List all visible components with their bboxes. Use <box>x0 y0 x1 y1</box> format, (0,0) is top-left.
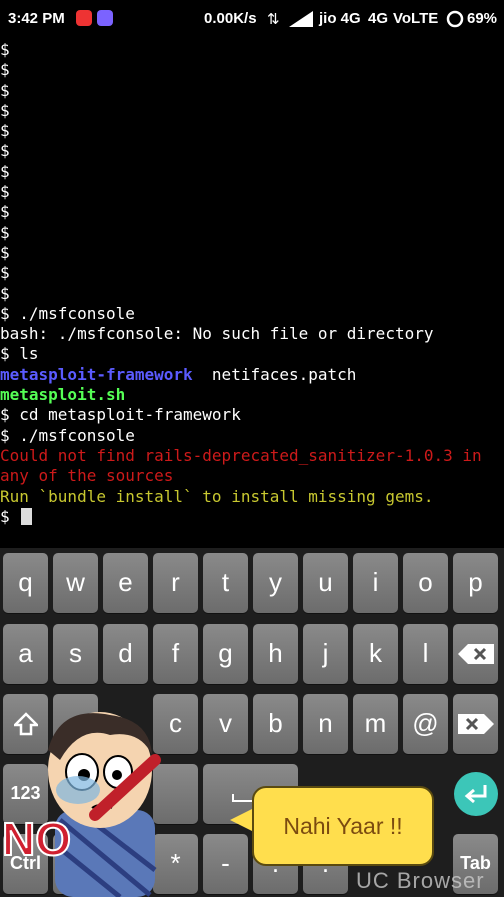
signal-icon <box>289 11 313 27</box>
key-p[interactable]: p <box>453 553 498 613</box>
key-i[interactable]: i <box>353 553 398 613</box>
key-l[interactable]: l <box>403 624 448 684</box>
delete-key[interactable] <box>453 694 498 754</box>
volte-label: VoLTE <box>393 10 439 27</box>
prompt-line: $ <box>0 202 10 222</box>
speech-bubble: Nahi Yaar !! <box>252 786 434 866</box>
error-line: any of the sources <box>0 466 174 486</box>
text-cursor <box>21 507 33 525</box>
error-line: Could not find rails-deprecated_sanitize… <box>0 445 482 465</box>
network-speed: 0.00K/s <box>204 10 257 27</box>
data-transfer-icon: ⇅ <box>267 11 280 28</box>
error-line: bash: ./msfconsole: No such file or dire… <box>0 324 434 344</box>
enter-icon <box>454 772 498 816</box>
key-t[interactable]: t <box>203 553 248 613</box>
app-notification-icon <box>97 10 113 26</box>
prompt-line: $ <box>0 222 10 242</box>
delete-icon <box>457 714 494 734</box>
speech-bubble-tail <box>230 808 254 832</box>
terminal-output[interactable]: $ $ $ $ $ $ $ $ $ $ $ $ $ $ ./msfconsole… <box>0 40 504 532</box>
key-j[interactable]: j <box>303 624 348 684</box>
network-type: 4G <box>368 10 389 27</box>
key-k[interactable]: k <box>353 624 398 684</box>
carrier-label: jio 4G <box>319 10 361 27</box>
prompt-line: $ <box>0 80 10 100</box>
key-a[interactable]: a <box>3 624 48 684</box>
prompt-symbol: $ <box>0 506 20 526</box>
battery-percent: 69% <box>467 10 498 27</box>
prompt-line: $ <box>0 182 10 202</box>
no-sticker-text: NO <box>2 813 71 865</box>
key-s[interactable]: s <box>53 624 98 684</box>
key-o[interactable]: o <box>403 553 448 613</box>
key-minus[interactable]: - <box>203 834 248 894</box>
key-f[interactable]: f <box>153 624 198 684</box>
command-line: $ ./msfconsole <box>0 303 135 323</box>
backspace-key[interactable] <box>453 624 498 684</box>
status-time: 3:42 PM <box>8 10 65 27</box>
prompt-line: $ <box>0 161 10 181</box>
key-y[interactable]: y <box>253 553 298 613</box>
prompt-line: $ <box>0 263 10 283</box>
key-d[interactable]: d <box>103 624 148 684</box>
key-r[interactable]: r <box>153 553 198 613</box>
enter-key[interactable] <box>453 764 498 824</box>
key-h[interactable]: h <box>253 624 298 684</box>
uc-browser-watermark: UC Browser <box>356 868 485 893</box>
prompt-line: $ <box>0 283 10 303</box>
no-sticker-character[interactable]: NO <box>0 700 200 897</box>
key-q[interactable]: q <box>3 553 48 613</box>
command-line: $ cd metasploit-framework <box>0 405 241 425</box>
warning-line: Run `bundle install` to install missing … <box>0 486 434 506</box>
status-bar: 3:42 PM 0.00K/s ⇅ jio 4G 4G VoLTE 69% <box>0 0 504 38</box>
key-v[interactable]: v <box>203 694 248 754</box>
key-b[interactable]: b <box>253 694 298 754</box>
key-at[interactable]: @ <box>403 694 448 754</box>
prompt-line: $ <box>0 60 10 80</box>
executable-entry: metasploit.sh <box>0 385 126 405</box>
key-g[interactable]: g <box>203 624 248 684</box>
backspace-icon <box>457 644 494 664</box>
key-u[interactable]: u <box>303 553 348 613</box>
prompt-line: $ <box>0 40 10 59</box>
prompt-line: $ <box>0 121 10 141</box>
key-n[interactable]: n <box>303 694 348 754</box>
prompt-line: $ <box>0 141 10 161</box>
command-line: $ ls <box>0 344 39 364</box>
active-prompt[interactable]: $ <box>0 507 504 527</box>
command-line: $ ./msfconsole <box>0 425 135 445</box>
camera-notification-icon <box>76 10 92 26</box>
key-m[interactable]: m <box>353 694 398 754</box>
directory-entry: metasploit-framework <box>0 364 193 384</box>
prompt-line: $ <box>0 100 10 120</box>
key-e[interactable]: e <box>103 553 148 613</box>
file-entry: netifaces.patch <box>192 364 357 384</box>
key-w[interactable]: w <box>53 553 98 613</box>
ls-output-line: metasploit-framework netifaces.patch <box>0 365 504 385</box>
prompt-line: $ <box>0 242 10 262</box>
battery-ring-icon <box>446 10 464 28</box>
